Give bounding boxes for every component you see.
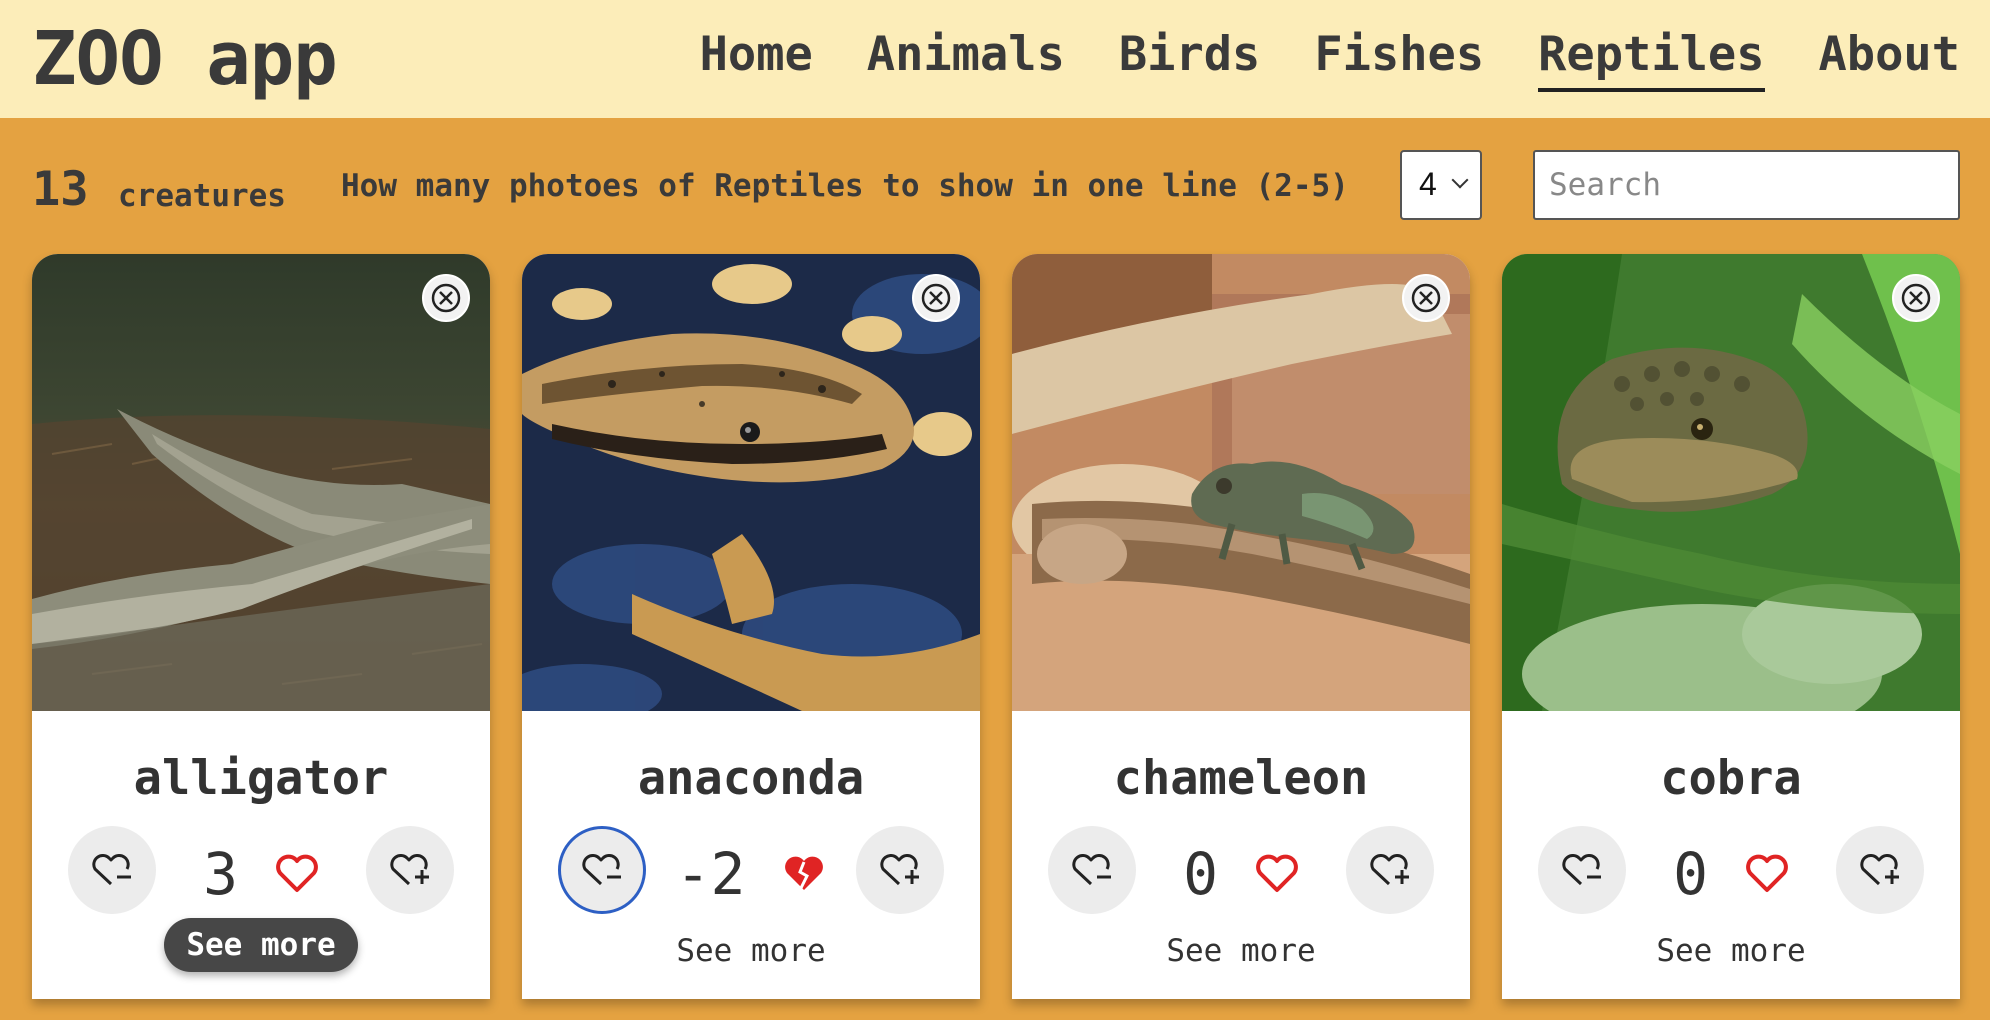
creature-name: alligator: [133, 751, 389, 806]
remove-card-button[interactable]: [1892, 274, 1940, 322]
heart-plus-icon: [390, 854, 429, 886]
creature-count-label: creatures: [118, 178, 286, 214]
creature-count: 13: [32, 162, 89, 217]
broken-heart-icon: [782, 834, 826, 914]
like-count-value: 0: [1183, 839, 1218, 908]
see-more-button[interactable]: See more: [1012, 926, 1470, 976]
like-controls: 3: [32, 826, 490, 914]
close-icon: [1901, 283, 1931, 313]
like-controls: 0: [1502, 826, 1960, 914]
remove-card-button[interactable]: [912, 274, 960, 322]
like-count-value: 0: [1673, 839, 1708, 908]
like-button[interactable]: [1346, 826, 1434, 914]
creature-name: anaconda: [637, 751, 865, 806]
like-button[interactable]: [1836, 826, 1924, 914]
search-input[interactable]: [1533, 150, 1960, 220]
heart-icon: [1745, 834, 1789, 914]
like-count-value: 3: [203, 839, 238, 908]
per-line-select[interactable]: 4: [1400, 150, 1482, 220]
heart-icon: [275, 834, 319, 914]
like-button[interactable]: [366, 826, 454, 914]
chevron-down-icon: [1451, 171, 1469, 189]
cobra-photo[interactable]: [1502, 254, 1960, 711]
nav-reptiles[interactable]: Reptiles: [1538, 24, 1765, 92]
heart-plus-icon: [880, 854, 919, 886]
creature-name: cobra: [1660, 751, 1802, 806]
controls-bar: 13 creatures How many photoes of Reptile…: [0, 148, 1990, 224]
close-icon: [1411, 283, 1441, 313]
creature-card: alligator 3 See more: [32, 254, 490, 999]
like-button[interactable]: [856, 826, 944, 914]
nav-animals[interactable]: Animals: [867, 24, 1065, 92]
creature-card: anaconda -2 See more: [522, 254, 980, 999]
app-header: ZOO app Home Animals Birds Fishes Reptil…: [0, 0, 1990, 118]
see-more-button[interactable]: See more: [1502, 926, 1960, 976]
like-count-value: -2: [675, 839, 746, 908]
nav-home[interactable]: Home: [700, 24, 813, 92]
alligator-photo[interactable]: [32, 254, 490, 711]
like-controls: -2: [522, 826, 980, 914]
nav-fishes[interactable]: Fishes: [1314, 24, 1484, 92]
like-controls: 0: [1012, 826, 1470, 914]
remove-card-button[interactable]: [1402, 274, 1450, 322]
see-more-button[interactable]: See more: [164, 918, 358, 972]
chameleon-photo[interactable]: [1012, 254, 1470, 711]
creature-card: chameleon 0 See more: [1012, 254, 1470, 999]
creature-card: cobra 0 See more: [1502, 254, 1960, 999]
see-more-button[interactable]: See more: [522, 926, 980, 976]
close-icon: [921, 283, 951, 313]
card-grid: alligator 3 See more anaconda -2 See mor…: [32, 254, 1960, 1020]
heart-plus-icon: [1860, 854, 1899, 886]
close-icon: [431, 283, 461, 313]
nav-birds[interactable]: Birds: [1119, 24, 1260, 92]
heart-plus-icon: [1370, 854, 1409, 886]
per-line-label: How many photoes of Reptiles to show in …: [341, 168, 1349, 204]
main-nav: Home Animals Birds Fishes Reptiles About: [700, 24, 1960, 92]
nav-about[interactable]: About: [1819, 24, 1960, 92]
anaconda-photo[interactable]: [522, 254, 980, 711]
app-logo[interactable]: ZOO app: [32, 14, 338, 104]
per-line-select-value: 4: [1419, 166, 1437, 202]
remove-card-button[interactable]: [422, 274, 470, 322]
creature-name: chameleon: [1113, 751, 1369, 806]
heart-icon: [1255, 834, 1299, 914]
